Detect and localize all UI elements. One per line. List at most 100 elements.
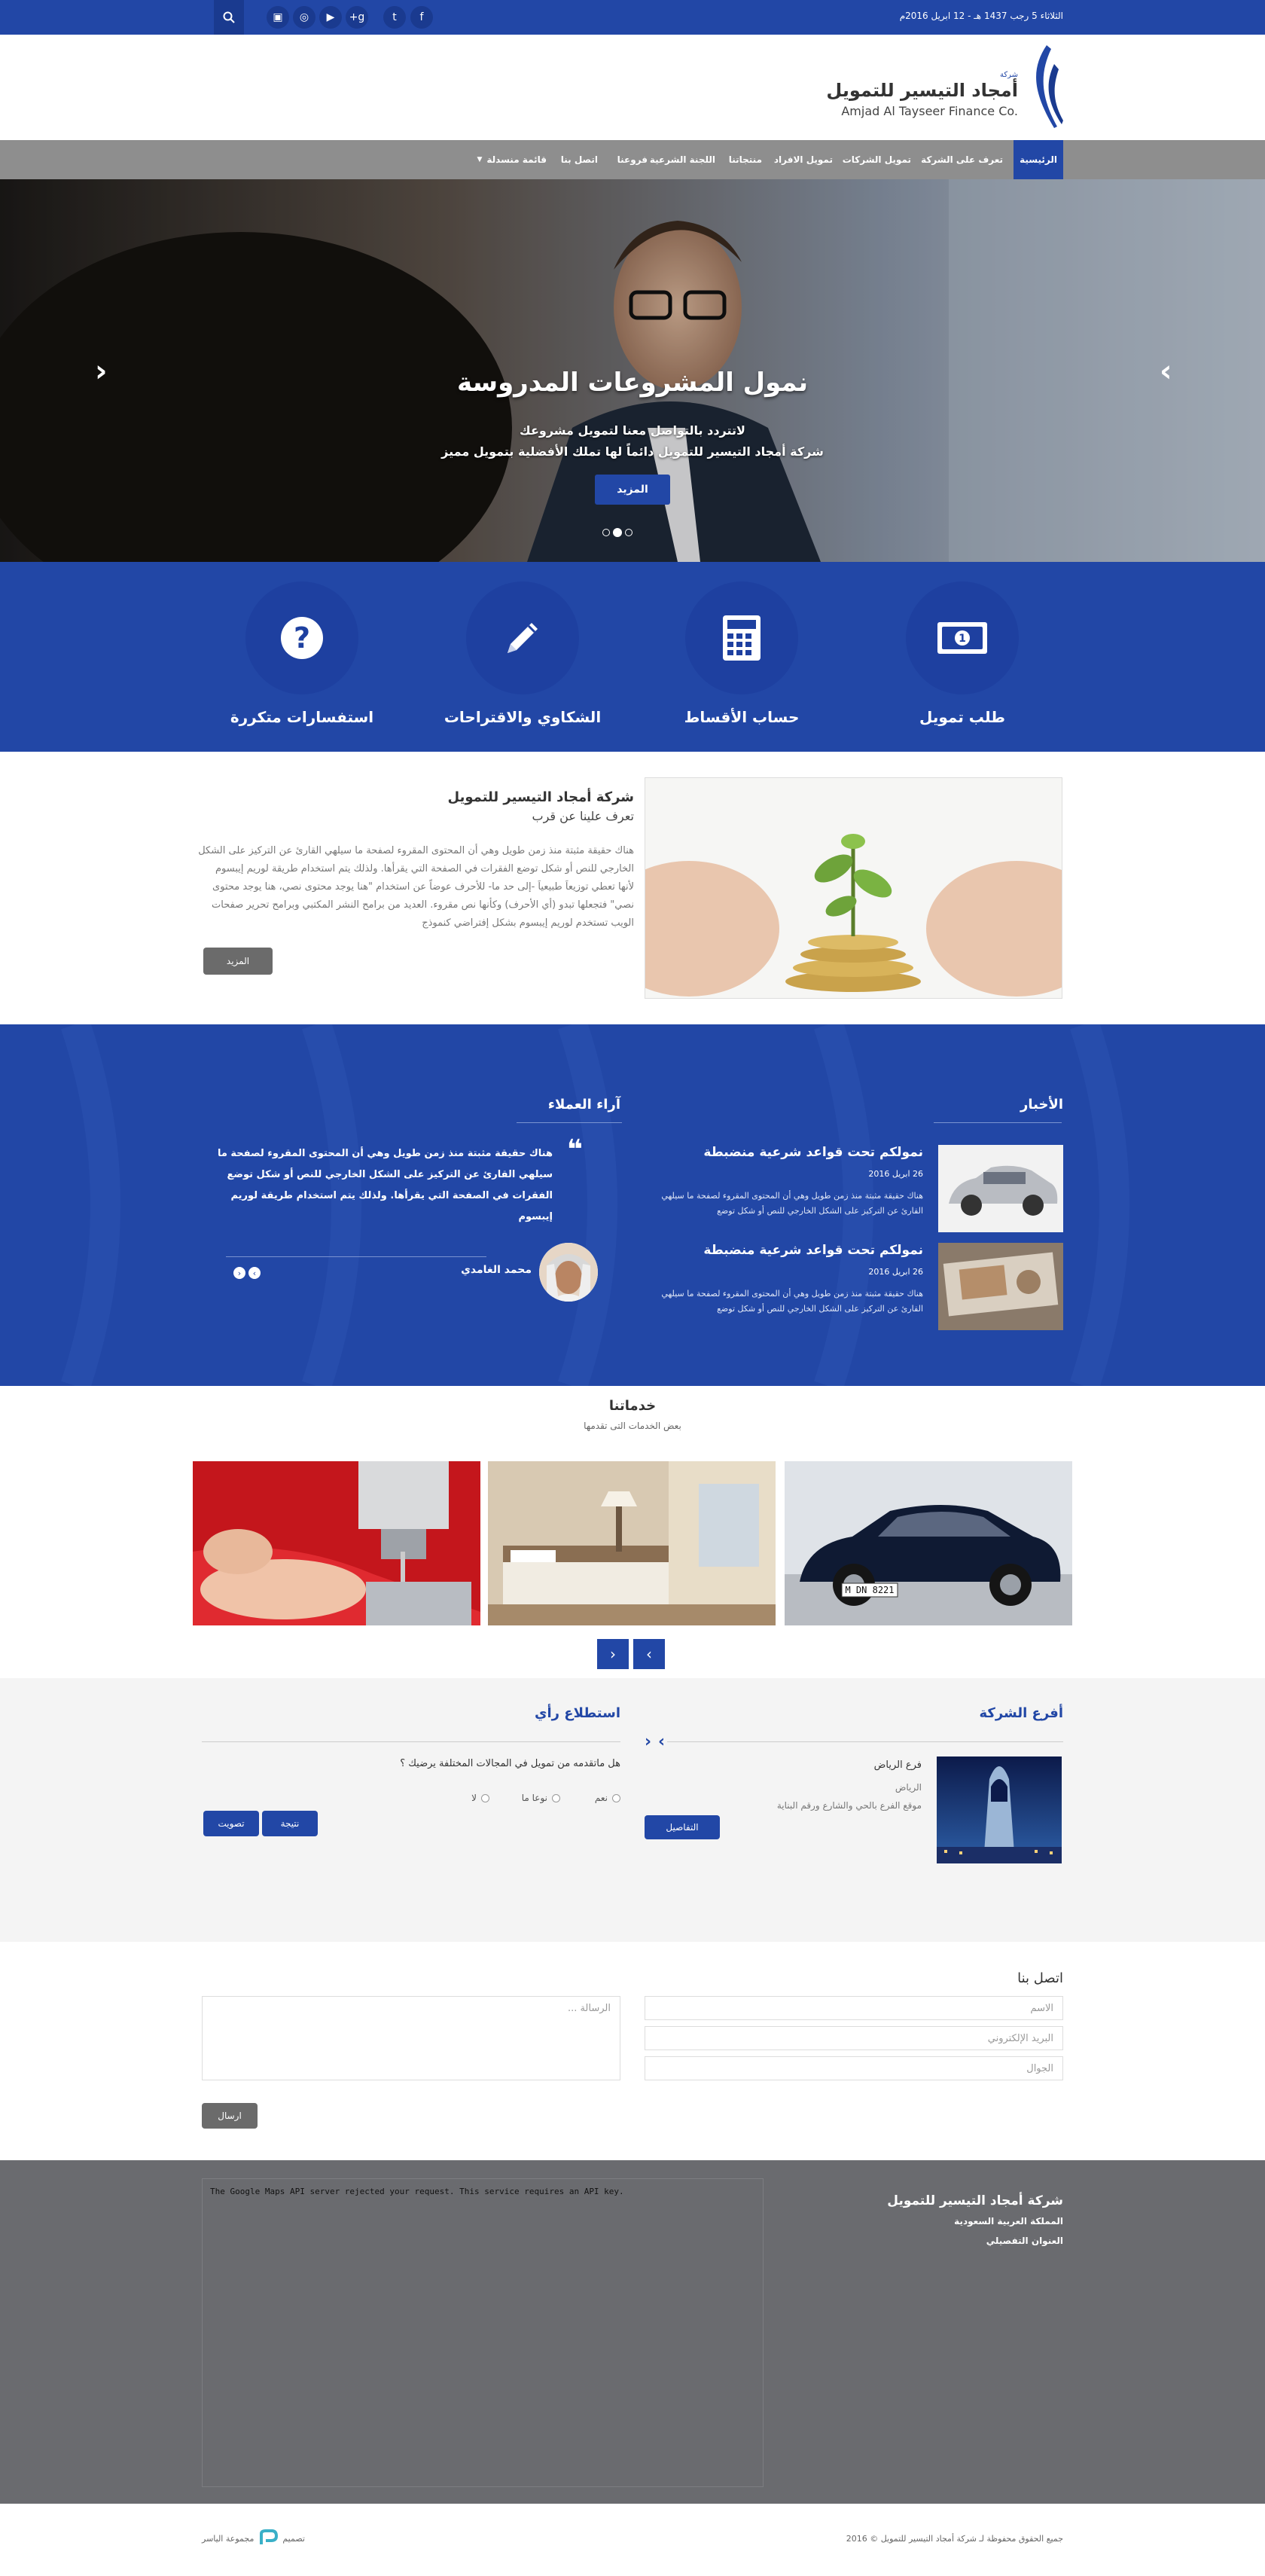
testimonial-divider <box>226 1256 486 1257</box>
request-finance-circle[interactable]: 1 <box>906 581 1019 694</box>
logo[interactable]: شركة أمجاد التيسير للتمويل Amjad Al Tays… <box>826 41 1063 139</box>
nav-corporate[interactable]: تمويل الشركات <box>843 140 911 179</box>
calculator-icon <box>723 615 761 661</box>
nav-about[interactable]: تعرف على الشركة <box>921 140 1003 179</box>
hero-more-button[interactable]: المزيد <box>595 475 670 505</box>
question-icon: ? <box>281 617 323 659</box>
radio-button[interactable] <box>481 1793 489 1802</box>
map-frame[interactable]: The Google Maps API server rejected your… <box>202 2178 764 2487</box>
service-card-room[interactable] <box>488 1461 776 1625</box>
news-background-pattern <box>61 1024 1129 1386</box>
mobile-field[interactable]: الجوال <box>645 2056 1063 2080</box>
services-next-button[interactable]: › <box>633 1639 665 1669</box>
radio-button[interactable] <box>552 1793 560 1802</box>
feature-label-request[interactable]: طلب تمويل <box>864 708 1060 726</box>
news-excerpt: هناك حقيقة مثبتة منذ زمن طويل وهي أن الم… <box>661 1191 923 1216</box>
testimonials-divider <box>517 1122 622 1123</box>
caret-down-icon: ▼ <box>477 156 483 163</box>
poll-result-button[interactable]: نتيجة <box>262 1811 318 1836</box>
faq-circle[interactable]: ? <box>245 581 358 694</box>
poll-option-yes[interactable]: نعم <box>595 1793 620 1803</box>
news-heading: الأخبار <box>1020 1097 1063 1113</box>
slider-next-arrow[interactable]: › <box>1160 354 1172 389</box>
branches-divider <box>667 1741 1063 1742</box>
date-text: الثلاثاء 5 رجب 1437 هـ - 12 ابريل 2016م <box>899 11 1063 21</box>
branch-city: الرياض <box>895 1782 922 1793</box>
slider-prev-arrow[interactable]: ‹ <box>95 354 107 389</box>
facebook-icon[interactable]: f <box>410 6 433 29</box>
nav-dropdown[interactable]: قائمة منسدلة ▼ <box>477 140 547 179</box>
nav-home[interactable]: الرئيسية <box>1014 140 1063 179</box>
twitter-icon[interactable]: t <box>383 6 406 29</box>
news-title[interactable]: نمولكم تحت قواعد شرعية منضبطة <box>703 1145 923 1160</box>
search-button[interactable] <box>214 0 244 35</box>
about-section: شركة أمجاد التيسير للتمويل تعرف علينا عن… <box>0 752 1265 1024</box>
feature-label-faq[interactable]: استفسارات متكررة <box>204 708 400 726</box>
instagram-icon[interactable]: ◎ <box>293 6 315 29</box>
testimonial-next-icon[interactable]: › <box>248 1267 261 1279</box>
logo-mark-icon <box>1036 45 1063 128</box>
branches-prev-icon[interactable]: › <box>658 1732 665 1751</box>
poll-heading: استطلاع رأي <box>534 1705 620 1721</box>
hero-title: نمول المشروعات المدروسة <box>457 368 808 398</box>
hero-slider: نمول المشروعات المدروسة لاتتردد بالتواصل… <box>0 179 1265 562</box>
service-card-sewing[interactable] <box>193 1461 480 1625</box>
poll-option-no[interactable]: لا <box>471 1793 489 1803</box>
complaints-circle[interactable] <box>466 581 579 694</box>
youtube-icon[interactable]: ▶ <box>319 6 342 29</box>
site-header: شركة أمجاد التيسير للتمويل Amjad Al Tays… <box>0 35 1265 140</box>
slider-dot-active[interactable] <box>613 528 622 537</box>
installments-circle[interactable] <box>685 581 798 694</box>
radio-button[interactable] <box>612 1793 620 1802</box>
branch-address: موقع الفرع بالحي والشارع ورقم البناية <box>776 1800 922 1811</box>
services-prev-button[interactable]: ‹ <box>597 1639 629 1669</box>
about-image <box>645 777 1062 999</box>
contact-heading: اتصل بنا <box>1017 1970 1063 1986</box>
news-date: 26 ابريل 2016 <box>868 1267 923 1277</box>
google-plus-icon[interactable]: g+ <box>346 6 368 29</box>
branch-image <box>937 1757 1062 1863</box>
poll-option-somewhat[interactable]: نوعا ما <box>522 1793 560 1803</box>
branches-heading: أفرع الشركة <box>979 1705 1063 1721</box>
top-bar: الثلاثاء 5 رجب 1437 هـ - 12 ابريل 2016م … <box>0 0 1265 35</box>
nav-individuals[interactable]: تمويل الافراد <box>774 140 833 179</box>
news-divider <box>934 1122 1062 1123</box>
branch-details-button[interactable]: التفاصيل <box>645 1815 720 1839</box>
news-item[interactable]: نمولكم تحت قواعد شرعية منضبطة 26 ابريل 2… <box>645 1243 1063 1330</box>
map-error-text: The Google Maps API server rejected your… <box>210 2187 624 2196</box>
slider-dot[interactable] <box>602 529 610 536</box>
message-field[interactable]: الرسالة ... <box>202 1996 620 2080</box>
branch-name[interactable]: فرع الرياض <box>874 1760 922 1771</box>
feature-label-installments[interactable]: حساب الأقساط <box>644 708 840 726</box>
logo-english: Amjad Al Tayseer Finance Co. <box>841 104 1018 118</box>
about-more-button[interactable]: المزيد <box>203 948 273 975</box>
poll-question: هل ماتقدمه من تمويل في المجالات المختلفة… <box>400 1758 620 1769</box>
news-thumb-car <box>938 1145 1063 1232</box>
client-name: محمد الغامدي <box>461 1264 532 1276</box>
svg-text:?: ? <box>294 621 310 655</box>
news-thumb-money <box>938 1243 1063 1330</box>
news-excerpt: هناك حقيقة مثبتة منذ زمن طويل وهي أن الم… <box>661 1289 923 1314</box>
name-field[interactable]: الاسم <box>645 1996 1063 2020</box>
pencil-icon <box>508 623 538 653</box>
service-card-car[interactable]: M DN 8221 <box>785 1461 1072 1625</box>
news-title[interactable]: نمولكم تحت قواعد شرعية منضبطة <box>703 1243 923 1258</box>
news-item[interactable]: نمولكم تحت قواعد شرعية منضبطة 26 ابريل 2… <box>645 1145 1063 1232</box>
map-country: المملكة العربية السعودية <box>954 2216 1063 2227</box>
about-title: شركة أمجاد التيسير للتمويل <box>447 789 634 805</box>
nav-branches[interactable]: فروعنا <box>617 140 648 179</box>
designer-credit[interactable]: تصميم مجموعة الياسر <box>202 2529 305 2547</box>
search-icon <box>223 11 235 23</box>
nav-contact[interactable]: اتصل بنا <box>561 140 598 179</box>
slider-dot[interactable] <box>625 529 632 536</box>
email-field[interactable]: البريد الإلكتروني <box>645 2026 1063 2050</box>
poll-vote-button[interactable]: تصويت <box>203 1811 259 1836</box>
testimonial-prev-icon[interactable]: ‹ <box>233 1267 245 1279</box>
nav-products[interactable]: منتجاتنا <box>729 140 762 179</box>
nav-sharia[interactable]: اللجنة الشرعية <box>650 140 715 179</box>
news-section: الأخبار نمولكم تحت قواعد شرعية منضبطة 26… <box>0 1024 1265 1386</box>
feature-label-complaints[interactable]: الشكاوي والاقتراحات <box>425 708 620 726</box>
linkedin-icon[interactable]: ▣ <box>267 6 289 29</box>
branches-next-icon[interactable]: ‹ <box>645 1732 651 1751</box>
send-button[interactable]: ارسال <box>202 2103 258 2129</box>
